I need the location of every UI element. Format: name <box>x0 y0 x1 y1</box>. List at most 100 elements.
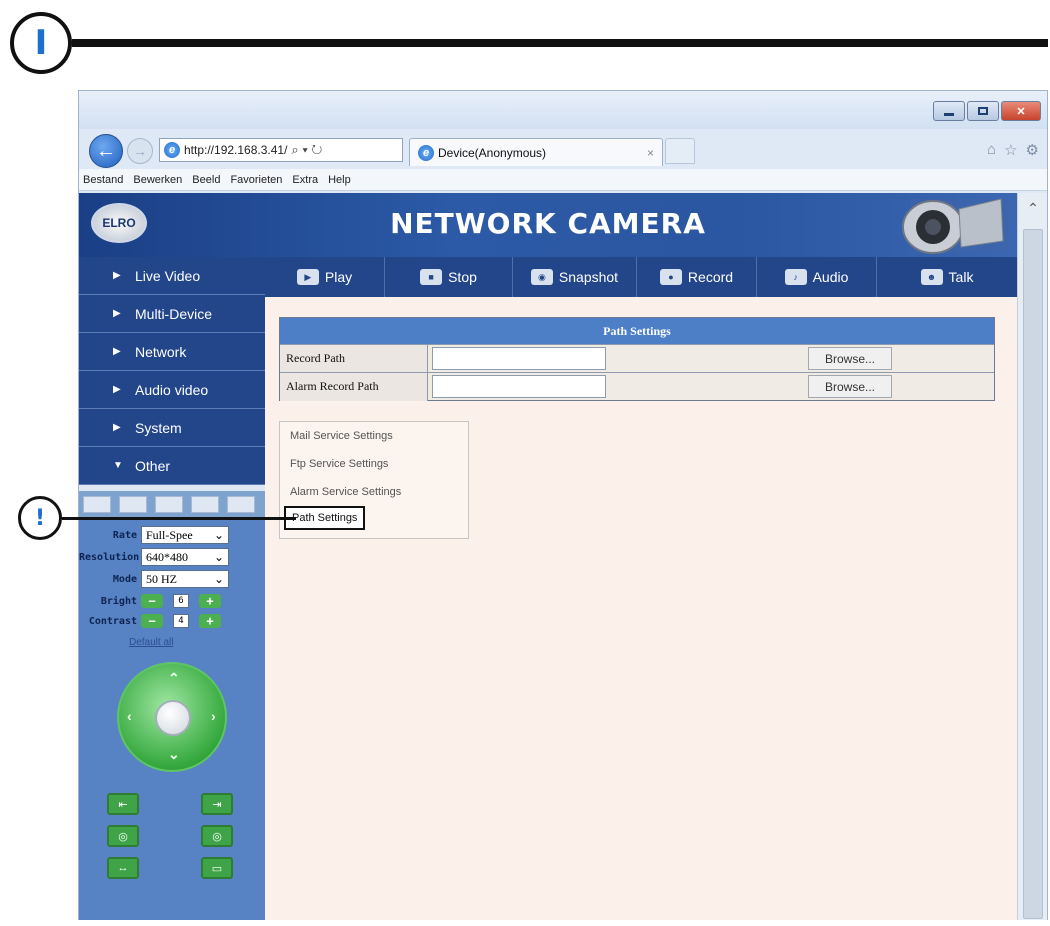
play-label: Play <box>324 269 353 285</box>
mode-row: Mode 50 HZ ⌄ <box>79 569 229 589</box>
browser-right-icons: ⌂ ☆ ⚙ <box>987 141 1039 159</box>
menu-favorieten[interactable]: Favorieten <box>230 174 282 186</box>
menu-beeld[interactable]: Beeld <box>192 174 220 186</box>
alarm-record-path-input[interactable] <box>432 375 606 398</box>
forward-button[interactable]: → <box>127 138 153 164</box>
main-content: Path Settings Record Path Browse... Alar… <box>265 297 1017 920</box>
video-toolbar: ▶ Play ■ Stop ◉ Snapshot ● Record ♪ Audio ☻ Ta… <box>265 257 1017 297</box>
other-submenu: Mail Service Settings Ftp Service Settin… <box>279 421 469 539</box>
submenu-ftp-service[interactable]: Ftp Service Settings <box>290 458 388 470</box>
focus-far-button[interactable]: ◎ <box>201 825 233 847</box>
view-control-5[interactable] <box>227 496 255 513</box>
chevron-right-icon: ▶ <box>113 346 121 357</box>
resolution-value: 640*480 <box>146 549 188 564</box>
horizontal-patrol-icon: ↔ <box>117 862 129 874</box>
sidebar-item-multi-device[interactable]: ▶ Multi-Device <box>79 295 265 333</box>
ptz-control[interactable]: ⌃ ⌄ ‹ › <box>117 662 227 772</box>
contrast-minus-button[interactable]: − <box>141 614 163 628</box>
menu-bestand[interactable]: Bestand <box>83 174 123 186</box>
talk-button[interactable]: ☻ Talk <box>877 257 1017 297</box>
bright-row: Bright − 6 + <box>79 591 221 611</box>
home-icon[interactable]: ⌂ <box>987 141 996 159</box>
address-bar[interactable]: e http://192.168.3.41/ ⌕ ▾ ↻ <box>159 138 403 162</box>
ptz-left-icon[interactable]: ‹ <box>127 708 132 724</box>
new-tab-button[interactable] <box>665 138 695 164</box>
chevron-down-icon: ⌄ <box>213 527 224 542</box>
vertical-scrollbar[interactable]: ⌃ <box>1017 193 1047 920</box>
sidebar-item-audio-video[interactable]: ▶ Audio video <box>79 371 265 409</box>
section-marker: I <box>10 12 72 74</box>
minimize-button[interactable] <box>933 101 965 121</box>
chevron-right-icon: ▶ <box>113 384 121 395</box>
snapshot-button[interactable]: ◉ Snapshot <box>513 257 637 297</box>
view-control-4[interactable] <box>191 496 219 513</box>
horizontal-patrol-button[interactable]: ↔ <box>107 857 139 879</box>
sidebar-item-live-video[interactable]: ▶ Live Video <box>79 257 265 295</box>
minimize-icon <box>944 112 954 116</box>
address-controls[interactable]: ⌕ ▾ ↻ <box>291 142 322 158</box>
default-all-link[interactable]: Default all <box>129 637 173 648</box>
record-button[interactable]: ● Record <box>637 257 757 297</box>
stop-button[interactable]: ■ Stop <box>385 257 513 297</box>
resolution-select[interactable]: 640*480 ⌄ <box>141 548 229 566</box>
back-arrow-icon: ← <box>96 139 116 162</box>
menu-bewerken[interactable]: Bewerken <box>133 174 182 186</box>
maximize-button[interactable] <box>967 101 999 121</box>
ptz-center-button[interactable] <box>155 700 191 736</box>
view-control-2[interactable] <box>119 496 147 513</box>
snapshot-icon: ◉ <box>530 269 553 285</box>
stop-patrol-button[interactable]: ▭ <box>201 857 233 879</box>
zoom-out-button[interactable]: ⇤ <box>107 793 139 815</box>
chevron-right-icon: ▶ <box>113 308 121 319</box>
sidebar-item-label: Live Video <box>135 267 201 284</box>
audio-button[interactable]: ♪ Audio <box>757 257 877 297</box>
back-button[interactable]: ← <box>89 134 123 168</box>
sidebar-item-system[interactable]: ▶ System <box>79 409 265 447</box>
browser-tab[interactable]: e Device(Anonymous) × <box>409 138 663 166</box>
play-button[interactable]: ▶ Play <box>265 257 385 297</box>
alarm-record-path-browse-button[interactable]: Browse... <box>808 375 892 398</box>
ptz-right-icon[interactable]: › <box>211 708 216 724</box>
app-banner: ELRO NETWORK CAMERA <box>79 193 1017 257</box>
tab-close-icon[interactable]: × <box>647 146 654 160</box>
scrollbar-thumb[interactable] <box>1023 229 1043 919</box>
submenu-mail-service[interactable]: Mail Service Settings <box>290 430 393 442</box>
sidebar-item-label: Multi-Device <box>135 305 213 322</box>
audio-icon: ♪ <box>784 269 807 285</box>
resolution-row: Resolution 640*480 ⌄ <box>79 547 229 567</box>
bright-label: Bright <box>100 595 137 607</box>
sidebar-item-network[interactable]: ▶ Network <box>79 333 265 371</box>
contrast-plus-button[interactable]: + <box>199 614 221 628</box>
view-controls-strip <box>79 491 265 517</box>
callout-marker: ! <box>18 496 62 540</box>
left-sidebar: ▶ Live Video ▶ Multi-Device ▶ Network ▶ … <box>79 257 265 920</box>
ptz-up-icon[interactable]: ⌃ <box>168 670 180 687</box>
scroll-up-icon[interactable]: ⌃ <box>1020 197 1046 219</box>
record-path-label: Record Path <box>280 344 428 373</box>
menu-extra[interactable]: Extra <box>292 174 318 186</box>
bright-plus-button[interactable]: + <box>199 594 221 608</box>
bright-value: 6 <box>173 594 189 608</box>
record-path-browse-button[interactable]: Browse... <box>808 347 892 370</box>
section-marker-label: I <box>34 23 48 63</box>
mode-select[interactable]: 50 HZ ⌄ <box>141 570 229 588</box>
close-window-button[interactable]: ✕ <box>1001 101 1041 121</box>
bright-minus-button[interactable]: − <box>141 594 163 608</box>
menu-help[interactable]: Help <box>328 174 351 186</box>
stop-label: Stop <box>448 269 477 285</box>
alarm-record-path-row: Alarm Record Path Browse... <box>280 372 994 401</box>
view-control-3[interactable] <box>155 496 183 513</box>
view-control-1[interactable] <box>83 496 111 513</box>
focus-near-button[interactable]: ◎ <box>107 825 139 847</box>
record-path-input[interactable] <box>432 347 606 370</box>
zoom-in-button[interactable]: ⇥ <box>201 793 233 815</box>
sidebar-item-label: Audio video <box>135 381 209 398</box>
submenu-path-settings[interactable]: Path Settings <box>284 506 366 530</box>
ptz-down-icon[interactable]: ⌄ <box>168 746 180 763</box>
submenu-alarm-service[interactable]: Alarm Service Settings <box>290 486 401 498</box>
favorites-star-icon[interactable]: ☆ <box>1004 141 1017 159</box>
sidebar-item-other[interactable]: ▼ Other <box>79 447 265 485</box>
settings-gear-icon[interactable]: ⚙ <box>1026 141 1039 159</box>
alarm-record-path-label: Alarm Record Path <box>280 372 428 401</box>
rate-select[interactable]: Full-Spee ⌄ <box>141 526 229 544</box>
